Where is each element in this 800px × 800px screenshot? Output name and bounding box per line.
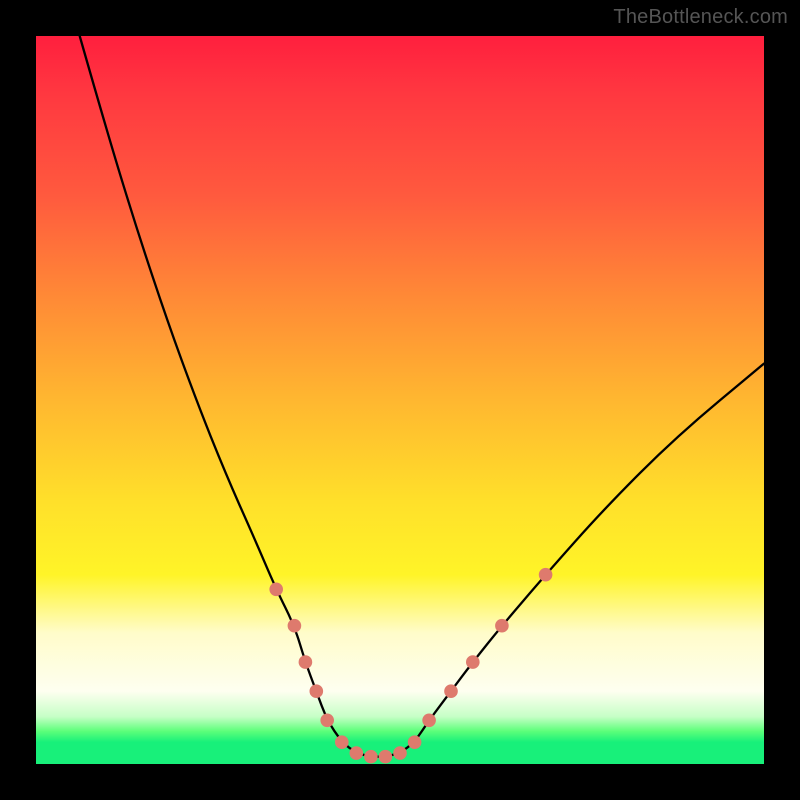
marker-dot [350, 746, 364, 760]
marker-dot [299, 655, 313, 669]
chart-frame: TheBottleneck.com [0, 0, 800, 800]
marker-dot [444, 684, 458, 698]
highlighted-points-group [269, 568, 552, 764]
marker-dot [393, 746, 407, 760]
bottleneck-curve-line [80, 36, 764, 757]
marker-dot [422, 714, 436, 728]
marker-dot [288, 619, 302, 633]
marker-dot [269, 583, 283, 597]
watermark-text: TheBottleneck.com [613, 6, 788, 29]
marker-dot [466, 655, 480, 669]
marker-dot [335, 735, 349, 749]
chart-svg [36, 36, 764, 764]
marker-dot [320, 714, 334, 728]
marker-dot [364, 750, 378, 764]
marker-dot [379, 750, 393, 764]
marker-dot [539, 568, 553, 582]
marker-dot [408, 735, 422, 749]
plot-area [36, 36, 764, 764]
marker-dot [310, 684, 324, 698]
marker-dot [495, 619, 509, 633]
